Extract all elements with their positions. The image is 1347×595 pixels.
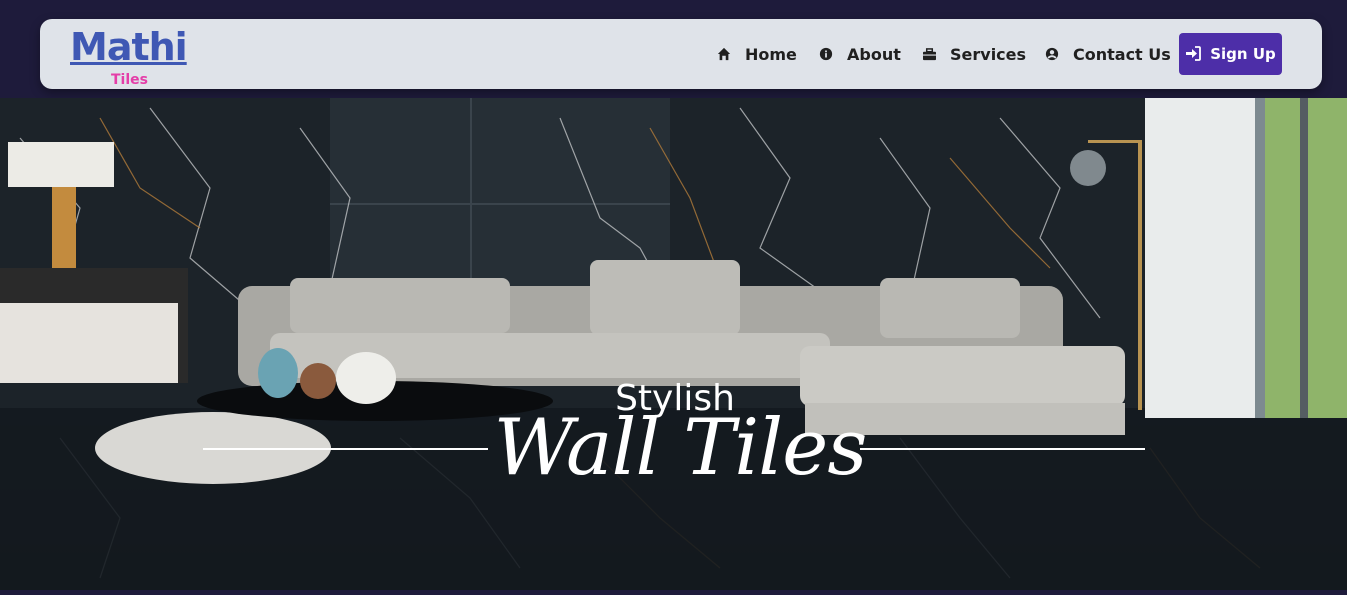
logo-wordmark: Mathi (70, 25, 188, 69)
hero-title: Wall Tiles (493, 403, 868, 493)
bottom-band (0, 590, 1347, 595)
nav-about[interactable]: About (818, 41, 901, 67)
hero-divider-right (860, 448, 1145, 450)
nav-services-label: Services (950, 44, 1027, 64)
signup-label: Sign Up (1210, 45, 1276, 63)
logo-tagline: Tiles (111, 72, 148, 88)
hero-banner: Stylish Wall Tiles (0, 98, 1347, 590)
briefcase-icon (921, 46, 937, 62)
hero-image (0, 98, 1347, 590)
home-icon (716, 46, 732, 62)
navbar: Mathi Tiles Home About Services Contact … (40, 19, 1322, 89)
info-icon (818, 46, 834, 62)
nav-about-label: About (847, 44, 901, 64)
sign-in-icon (1185, 46, 1202, 62)
signup-button[interactable]: Sign Up (1179, 33, 1282, 75)
logo[interactable]: Mathi Tiles (70, 25, 210, 89)
nav-contact-label: Contact Us (1073, 44, 1171, 64)
nav-home-label: Home (745, 44, 797, 64)
hero-divider-left (203, 448, 488, 450)
nav-contact[interactable]: Contact Us (1044, 41, 1171, 67)
nav-services[interactable]: Services (921, 41, 1026, 67)
user-circle-icon (1044, 46, 1060, 62)
nav-home[interactable]: Home (716, 41, 797, 67)
